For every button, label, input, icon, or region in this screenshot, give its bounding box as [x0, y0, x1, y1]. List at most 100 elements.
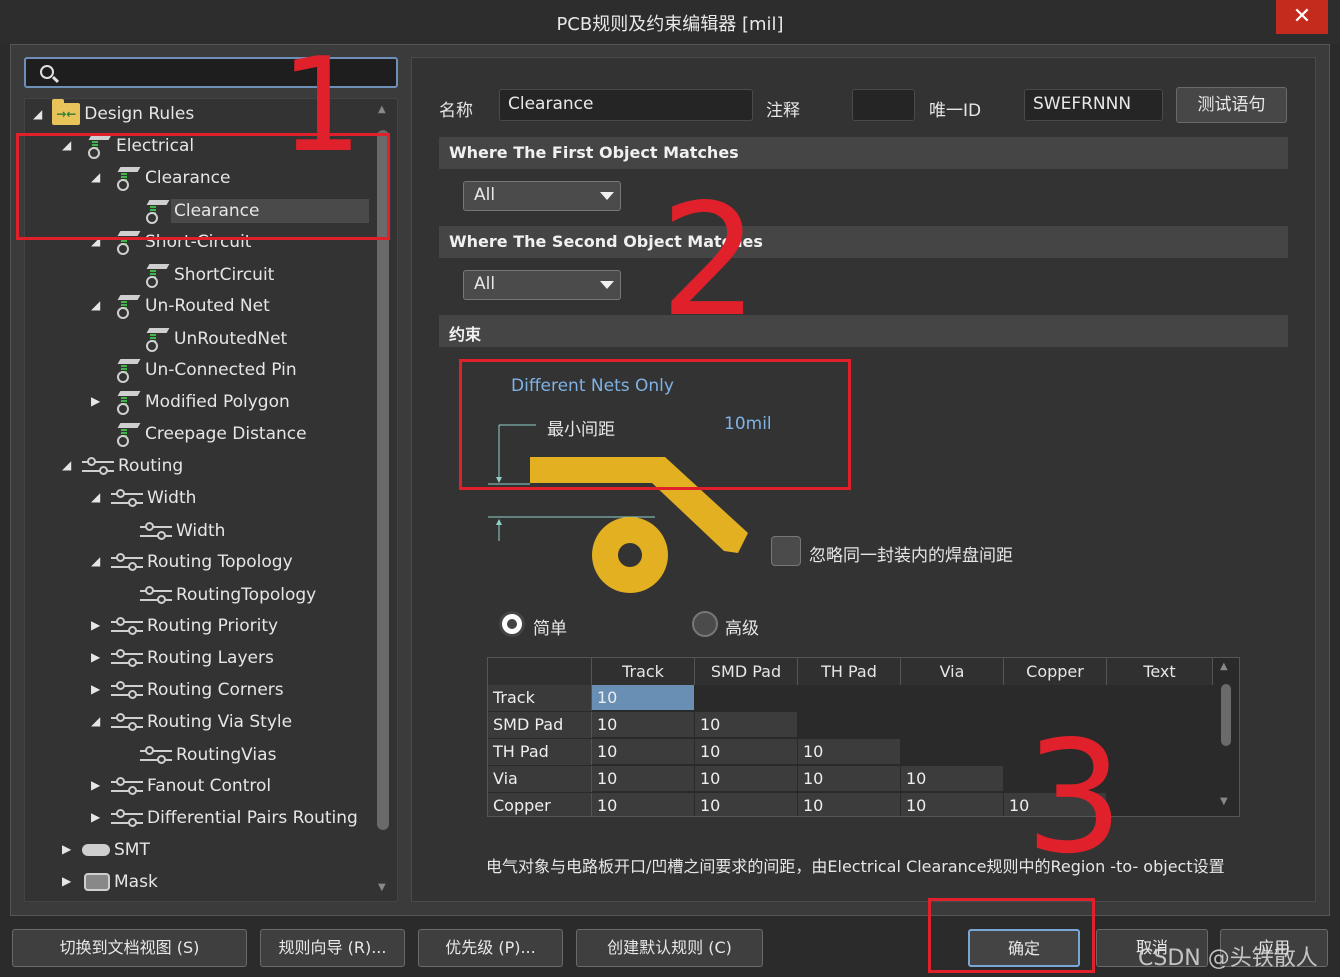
tree-item[interactable]: ShortCircuit — [144, 260, 274, 290]
column-header: Track — [592, 658, 695, 685]
collapsed-arrow-icon[interactable]: ▶ — [91, 810, 100, 824]
tree-item[interactable]: Differential Pairs Routing — [111, 803, 358, 833]
collapsed-arrow-icon[interactable]: ▶ — [62, 874, 71, 888]
column-header: Text — [1107, 658, 1213, 685]
tree-item[interactable]: Routing Layers — [111, 643, 274, 673]
tree-item-design-rules[interactable]: ◢ →← Design Rules — [33, 99, 194, 129]
matrix-cell[interactable]: 10 — [798, 766, 900, 792]
tree-item[interactable]: Modified Polygon — [115, 387, 290, 417]
priority-button[interactable]: 优先级 (P)... — [418, 929, 563, 967]
expanded-arrow-icon[interactable]: ◢ — [91, 490, 100, 504]
first-match-value: All — [474, 185, 496, 205]
matrix-scrollbar[interactable]: ▲ ▼ — [1213, 658, 1239, 816]
rule-wizard-button[interactable]: 规则向导 (R)... — [260, 929, 405, 967]
simple-mode-radio[interactable] — [499, 611, 525, 637]
tree-item-label: RoutingVias — [176, 745, 277, 765]
comment-label: 注释 — [766, 101, 800, 121]
expanded-arrow-icon[interactable]: ◢ — [33, 107, 42, 121]
tree-item-label: Design Rules — [84, 104, 195, 124]
tree-item[interactable]: RoutingVias — [140, 740, 276, 770]
collapsed-arrow-icon[interactable]: ▶ — [91, 682, 100, 696]
matrix-cell — [901, 685, 1003, 711]
routing-rule-icon — [111, 647, 143, 669]
annotation-box-2 — [459, 359, 851, 490]
first-match-header: Where The First Object Matches — [439, 137, 1288, 169]
collapsed-arrow-icon[interactable]: ▶ — [91, 394, 100, 408]
tree-item[interactable]: UnRoutedNet — [144, 324, 287, 354]
routing-rule-icon — [111, 711, 143, 733]
tree-item[interactable]: Routing Via Style — [111, 707, 292, 737]
expanded-arrow-icon[interactable]: ◢ — [91, 554, 100, 568]
tree-item[interactable]: Un-Routed Net — [115, 291, 270, 321]
matrix-cell[interactable]: 10 — [695, 766, 797, 792]
matrix-cell[interactable]: 10 — [592, 766, 694, 792]
tree-item[interactable]: SMT — [82, 835, 150, 865]
tree-item-label: Un-Connected Pin — [145, 360, 297, 380]
tree-item-label: RoutingTopology — [176, 585, 317, 605]
matrix-cell[interactable]: 10 — [592, 685, 694, 711]
folder-icon: →← — [52, 99, 81, 125]
tree-item-label: Width — [176, 521, 226, 541]
annotation-box-3 — [928, 898, 1095, 973]
matrix-cell[interactable]: 10 — [592, 712, 694, 738]
electrical-rule-icon — [115, 357, 141, 383]
routing-rule-icon — [140, 584, 172, 606]
tree-item-label: SMT — [114, 840, 150, 860]
matrix-cell[interactable]: 10 — [695, 712, 797, 738]
tree-item[interactable]: Fanout Control — [111, 771, 271, 801]
tree-item[interactable]: Routing Topology — [111, 547, 293, 577]
name-field[interactable]: Clearance — [499, 89, 753, 121]
expanded-arrow-icon[interactable]: ◢ — [91, 714, 100, 728]
unique-id-field[interactable]: SWEFRNNN — [1024, 89, 1163, 121]
column-header: SMD Pad — [695, 658, 798, 685]
ignore-pad-checkbox[interactable] — [771, 536, 801, 566]
tree-item[interactable]: Routing Priority — [111, 611, 278, 641]
scroll-down-icon[interactable]: ▼ — [1220, 796, 1228, 807]
matrix-cell[interactable]: 10 — [901, 766, 1003, 792]
scroll-up-icon[interactable]: ▲ — [378, 104, 386, 115]
routing-rule-icon — [140, 744, 172, 766]
tree-item[interactable]: RoutingTopology — [140, 580, 316, 610]
matrix-cell[interactable]: 10 — [901, 793, 1003, 816]
collapsed-arrow-icon[interactable]: ▶ — [91, 618, 100, 632]
comment-field[interactable] — [852, 89, 915, 121]
collapsed-arrow-icon[interactable]: ▶ — [91, 650, 100, 664]
matrix-cell[interactable]: 10 — [695, 739, 797, 765]
matrix-cell[interactable]: 10 — [695, 793, 797, 816]
collapsed-arrow-icon[interactable]: ▶ — [62, 842, 71, 856]
matrix-cell — [798, 685, 900, 711]
tree-item[interactable]: Width — [140, 516, 225, 546]
tree-item-label: Routing Corners — [147, 680, 284, 700]
matrix-cell — [901, 712, 1003, 738]
second-match-select[interactable]: All — [463, 270, 621, 300]
routing-rule-icon — [82, 455, 114, 477]
tree-item-label: Creepage Distance — [145, 424, 307, 444]
tree-item[interactable]: Mask — [84, 867, 158, 897]
test-query-button[interactable]: 测试语句 — [1176, 87, 1287, 123]
tree-item[interactable]: Width — [111, 483, 196, 513]
scroll-up-icon[interactable]: ▲ — [1220, 661, 1228, 672]
tree-item[interactable]: Un-Connected Pin — [115, 355, 297, 385]
switch-document-view-button[interactable]: 切换到文档视图 (S) — [12, 929, 247, 967]
annotation-number-2: 2 — [660, 170, 759, 351]
tree-item[interactable]: Routing Corners — [111, 675, 284, 705]
scroll-down-icon[interactable]: ▼ — [378, 882, 386, 893]
collapsed-arrow-icon[interactable]: ▶ — [91, 778, 100, 792]
clearance-matrix: Track SMD Pad TH Pad Via Copper Text Tra… — [487, 657, 1240, 817]
advanced-mode-radio[interactable] — [692, 611, 718, 637]
matrix-cell[interactable]: 10 — [592, 793, 694, 816]
ignore-pad-label: 忽略同一封装内的焊盘间距 — [809, 546, 1013, 566]
matrix-cell[interactable]: 10 — [592, 739, 694, 765]
first-match-select[interactable]: All — [463, 181, 621, 211]
create-default-rules-button[interactable]: 创建默认规则 (C) — [576, 929, 763, 967]
matrix-cell[interactable]: 10 — [798, 739, 900, 765]
expanded-arrow-icon[interactable]: ◢ — [62, 458, 71, 472]
tree-item[interactable]: Routing — [82, 451, 183, 481]
matrix-cell[interactable]: 10 — [798, 793, 900, 816]
tree-item[interactable]: Creepage Distance — [115, 419, 307, 449]
expanded-arrow-icon[interactable]: ◢ — [91, 298, 100, 312]
close-button[interactable]: ✕ — [1276, 0, 1328, 34]
tree-item-label: Fanout Control — [147, 776, 272, 796]
window-title: PCB规则及约束编辑器 [mil] — [556, 14, 784, 35]
matrix-scroll-thumb[interactable] — [1221, 684, 1231, 746]
